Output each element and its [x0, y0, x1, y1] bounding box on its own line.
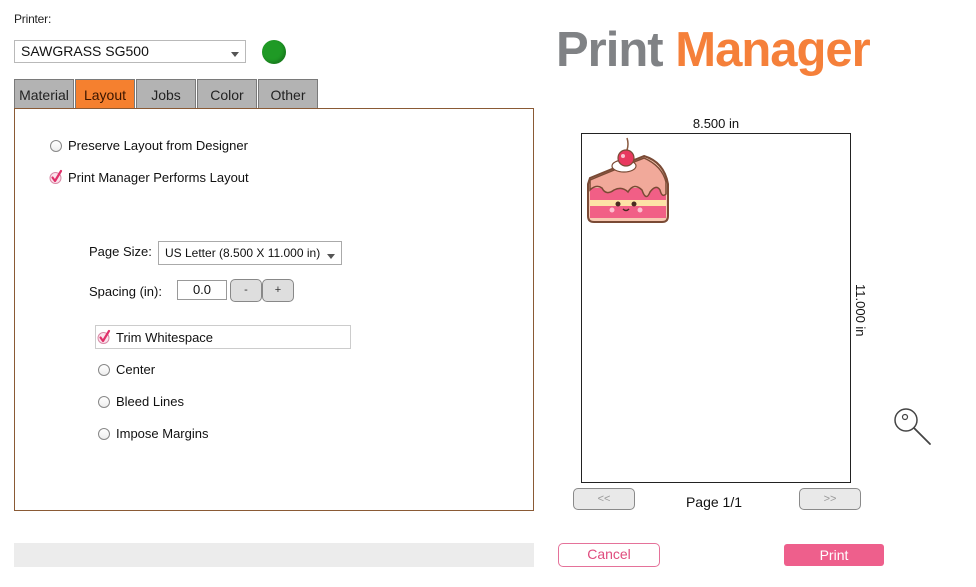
preserve-layout-option[interactable]: Preserve Layout from Designer [50, 138, 248, 153]
tab-label: Color [210, 87, 244, 103]
page-height-label: 11.000 in [853, 284, 868, 337]
option-label: Preserve Layout from Designer [68, 138, 248, 153]
printer-select[interactable]: SAWGRASS SG500 [14, 40, 246, 63]
option-label: Trim Whitespace [116, 330, 214, 345]
checkmark-icon [49, 169, 63, 184]
pm-layout-checkbox[interactable] [49, 169, 63, 184]
status-bar [14, 543, 534, 567]
page-preview [581, 133, 851, 483]
tab-material[interactable]: Material [14, 79, 74, 109]
center-option[interactable]: Center [98, 362, 155, 377]
page-size-value: US Letter (8.500 X 11.000 in) [165, 246, 321, 260]
printer-label: Printer: [14, 12, 52, 26]
tab-label: Layout [83, 87, 127, 103]
impose-margins-option[interactable]: Impose Margins [98, 426, 208, 441]
option-label: Center [116, 362, 156, 377]
option-label: Impose Margins [116, 426, 209, 441]
prev-page-button[interactable]: << [573, 488, 635, 510]
spacing-input[interactable]: 0.0 [177, 280, 227, 300]
tab-other[interactable]: Other [258, 79, 318, 109]
layout-panel [14, 108, 534, 511]
logo-part-print: Print [556, 23, 664, 77]
page-size-label: Page Size: [89, 244, 152, 259]
printer-select-value: SAWGRASS SG500 [21, 43, 149, 59]
spacing-decrement-button[interactable]: - [230, 279, 262, 302]
cancel-button[interactable]: Cancel [558, 543, 660, 567]
pm-layout-option[interactable]: Print Manager Performs Layout [49, 169, 249, 185]
page-indicator: Page 1/1 [685, 494, 743, 510]
tab-label: Other [270, 87, 306, 103]
tab-label: Material [19, 87, 69, 103]
logo-part-manager: Manager [675, 23, 871, 77]
trim-whitespace-option[interactable]: Trim Whitespace [97, 329, 214, 345]
preserve-layout-radio[interactable] [50, 139, 62, 152]
page-width-label: 8.500 in [692, 116, 740, 131]
chevron-down-icon [327, 254, 335, 259]
tab-label: Jobs [151, 87, 181, 103]
printer-status-indicator [262, 40, 286, 64]
trim-whitespace-checkbox[interactable] [97, 329, 111, 344]
option-label: Print Manager Performs Layout [68, 170, 249, 185]
tab-layout[interactable]: Layout [75, 79, 135, 109]
bleed-lines-radio[interactable] [98, 395, 110, 408]
print-button[interactable]: Print [784, 544, 884, 566]
option-label: Bleed Lines [116, 394, 184, 409]
cake-slice-image[interactable] [584, 136, 672, 228]
checkmark-icon [97, 329, 111, 344]
tab-color[interactable]: Color [197, 79, 257, 109]
center-radio[interactable] [98, 363, 110, 376]
tab-jobs[interactable]: Jobs [136, 79, 196, 109]
spacing-label: Spacing (in): [89, 284, 162, 299]
impose-margins-radio[interactable] [98, 427, 110, 440]
page-size-select[interactable]: US Letter (8.500 X 11.000 in) [158, 241, 342, 265]
bleed-lines-option[interactable]: Bleed Lines [98, 394, 184, 409]
spacing-increment-button[interactable]: + [262, 279, 294, 302]
next-page-button[interactable]: >> [799, 488, 861, 510]
app-logo: Print Manager [556, 23, 871, 77]
chevron-down-icon [231, 52, 239, 57]
magnifier-icon[interactable] [892, 406, 934, 453]
